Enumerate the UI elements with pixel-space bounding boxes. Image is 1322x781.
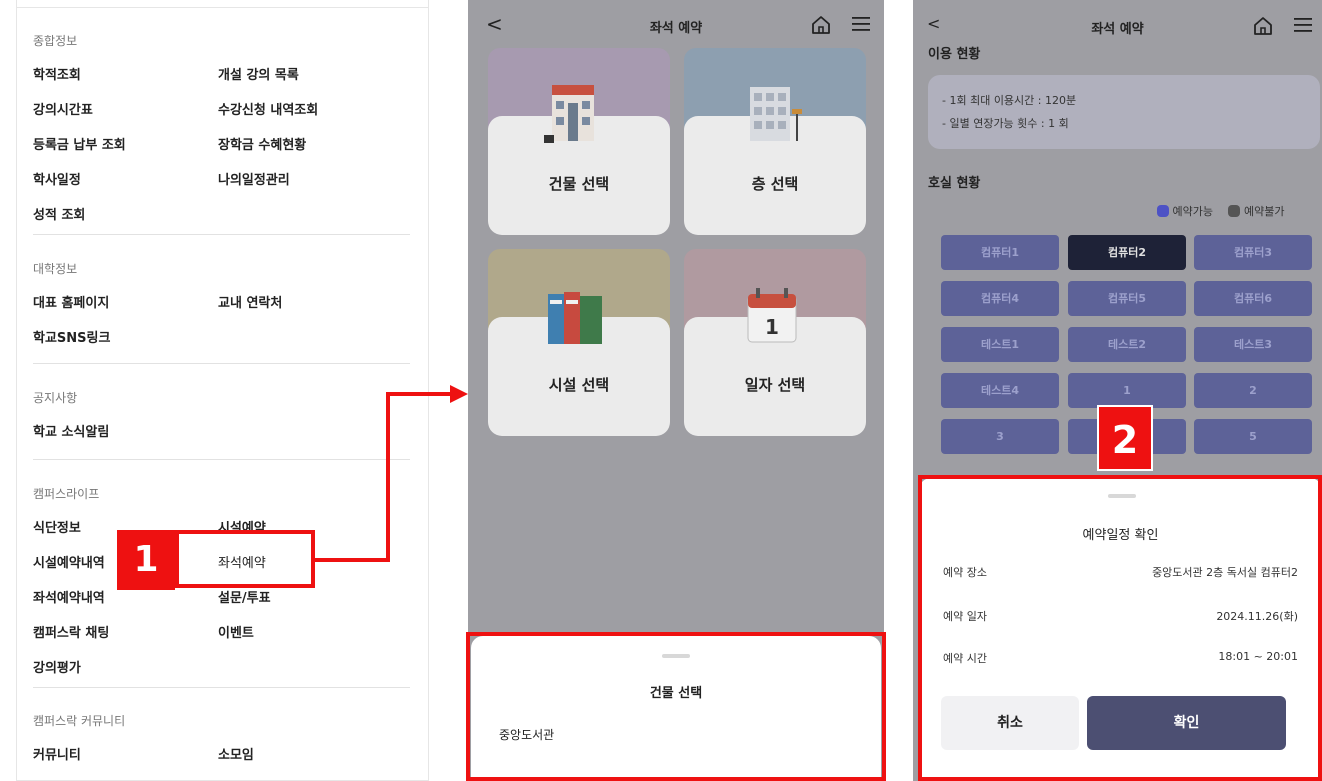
menu-item-scholarship[interactable]: 장학금 수혜현황: [218, 135, 403, 170]
room-button[interactable]: 테스트4: [941, 373, 1059, 408]
calendar-day-glyph: 1: [765, 315, 779, 339]
section-university-info: 대학정보 대표 홈페이지 교내 연락처 학교SNS링크: [33, 260, 413, 363]
building-icon: [544, 85, 594, 143]
menu-item-my-schedule[interactable]: 나의일정관리: [218, 170, 403, 205]
room-button[interactable]: 컴퓨터3: [1194, 235, 1312, 270]
section-title: 대학정보: [33, 262, 78, 276]
menu-item-timetable[interactable]: 강의시간표: [33, 100, 218, 135]
menu-item-academic-record[interactable]: 학적조회: [33, 65, 218, 100]
flow-arrow: [315, 385, 468, 562]
menu-item-clubs[interactable]: 소모임: [218, 745, 403, 780]
arrow-head: [450, 385, 468, 403]
home-icon[interactable]: [1252, 15, 1274, 37]
card-label: 층 선택: [751, 175, 799, 193]
menu-item-academic-calendar[interactable]: 학사일정: [33, 170, 218, 205]
calendar-icon: 1: [747, 288, 797, 343]
header: < 좌석 예약: [913, 0, 1322, 40]
menu-item-course-list[interactable]: 개설 강의 목록: [218, 65, 403, 100]
divider: [33, 687, 410, 688]
books-icon: [548, 292, 602, 344]
card-label: 일자 선택: [744, 376, 806, 394]
section-title: 종합정보: [33, 34, 78, 48]
menu-item-seat-reservation-history[interactable]: 좌석예약내역: [33, 588, 218, 623]
room-button[interactable]: 컴퓨터6: [1194, 281, 1312, 316]
room-button[interactable]: 테스트1: [941, 327, 1059, 362]
room-button[interactable]: 컴퓨터2: [1068, 235, 1186, 270]
section-general-info: 종합정보 학적조회 개설 강의 목록 강의시간표 수강신청 내역조회 등록금 납…: [33, 32, 413, 240]
highlight-building-sheet: [466, 632, 886, 781]
floor-building-icon: [750, 87, 802, 141]
step-marker-2: 2: [1097, 405, 1153, 471]
menu-item-school-news[interactable]: 학교 소식알림: [33, 422, 218, 457]
legend-unavailable-swatch: [1228, 205, 1241, 217]
hamburger-menu-icon[interactable]: [1294, 17, 1312, 33]
legend: 예약가능 예약불가: [1157, 203, 1285, 218]
usage-line: - 1회 최대 이용시간 : 120분: [942, 94, 1077, 107]
header: < 좌석 예약: [468, 0, 884, 50]
room-button[interactable]: 5: [1194, 419, 1312, 454]
section-title: 캠퍼스락 커뮤니티: [33, 714, 126, 728]
room-button[interactable]: 테스트2: [1068, 327, 1186, 362]
highlight-confirm-sheet: [918, 475, 1322, 781]
card-label: 건물 선택: [548, 175, 610, 193]
menu-item-sns-links[interactable]: 학교SNS링크: [33, 328, 218, 363]
arrow-line: [315, 392, 452, 562]
divider: [33, 234, 410, 235]
section-community: 캠퍼스락 커뮤니티 커뮤니티 소모임: [33, 712, 413, 780]
room-button[interactable]: 3: [941, 419, 1059, 454]
facility-select-card[interactable]: 시설 선택: [488, 249, 670, 436]
highlight-seat-reservation: [175, 530, 315, 588]
room-button[interactable]: 1: [1068, 373, 1186, 408]
date-select-card[interactable]: 1 일자 선택: [684, 249, 866, 436]
floor-select-card[interactable]: 층 선택: [684, 48, 866, 235]
menu-item-event[interactable]: 이벤트: [218, 623, 403, 658]
usage-line: - 일별 연장가능 횟수 : 1 회: [942, 117, 1069, 130]
menu-item-contacts[interactable]: 교내 연락처: [218, 293, 403, 328]
menu-item-tuition-payment[interactable]: 등록금 납부 조회: [33, 135, 218, 170]
step-marker-1: 1: [117, 530, 175, 590]
menu-item-campus-chat[interactable]: 캠퍼스락 채팅: [33, 623, 218, 658]
menu-item-homepage[interactable]: 대표 홈페이지: [33, 293, 218, 328]
room-button[interactable]: 컴퓨터5: [1068, 281, 1186, 316]
usage-title: 이용 현황: [928, 47, 981, 62]
legend-available-swatch: [1157, 205, 1169, 217]
building-select-card[interactable]: 건물 선택: [488, 48, 670, 235]
room-status-title: 호실 현황: [928, 176, 981, 191]
usage-info-box: - 1회 최대 이용시간 : 120분 - 일별 연장가능 횟수 : 1 회: [928, 75, 1320, 149]
top-divider: [17, 0, 428, 8]
divider: [33, 363, 410, 364]
room-button[interactable]: 컴퓨터4: [941, 281, 1059, 316]
legend-unavailable-label: 예약불가: [1243, 205, 1285, 218]
legend-available-label: 예약가능: [1172, 205, 1213, 218]
menu-item-community[interactable]: 커뮤니티: [33, 745, 218, 780]
card-label: 시설 선택: [548, 376, 610, 394]
home-icon[interactable]: [810, 14, 832, 36]
menu-item-survey-vote[interactable]: 설문/투표: [218, 588, 403, 623]
room-button[interactable]: 테스트3: [1194, 327, 1312, 362]
room-button[interactable]: 컴퓨터1: [941, 235, 1059, 270]
room-button[interactable]: 2: [1194, 373, 1312, 408]
menu-item-registration-history[interactable]: 수강신청 내역조회: [218, 100, 403, 135]
hamburger-menu-icon[interactable]: [852, 16, 870, 32]
